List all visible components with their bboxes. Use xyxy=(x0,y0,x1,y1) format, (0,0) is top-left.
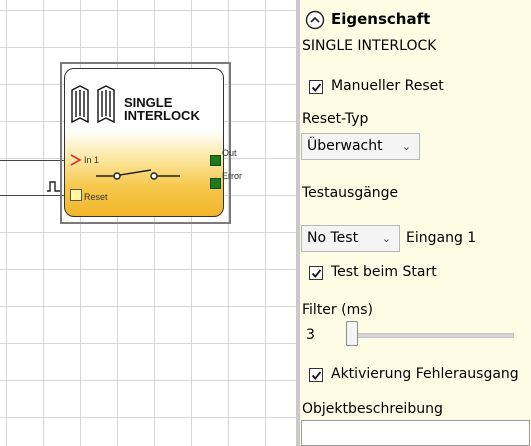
out-label: Out xyxy=(222,148,237,158)
manual-reset-checkbox[interactable] xyxy=(309,80,323,94)
checkmark-icon xyxy=(311,371,322,380)
reset-type-dropdown[interactable]: Überwacht ⌄ xyxy=(301,133,420,160)
test-at-start-label: Test beim Start xyxy=(331,264,437,280)
chevron-down-icon: ⌄ xyxy=(401,140,411,153)
test-outputs-value: No Test xyxy=(307,230,359,246)
switch-symbol-icon xyxy=(96,169,180,180)
block-title: SINGLE INTERLOCK xyxy=(124,96,200,122)
test-outputs-dropdown[interactable]: No Test ⌄ xyxy=(301,225,400,252)
filter-value: 3 xyxy=(306,327,315,343)
filter-slider-track[interactable] xyxy=(352,333,514,338)
checkmark-icon xyxy=(311,269,322,278)
error-output-label: Aktivierung Fehlerausgang xyxy=(331,366,519,382)
collapse-chevron-icon[interactable] xyxy=(305,10,325,30)
panel-header: Eigenschaft xyxy=(331,10,431,28)
manual-reset-label: Manueller Reset xyxy=(331,78,444,94)
light-curtain-icon xyxy=(71,85,115,124)
checkmark-icon xyxy=(311,83,322,92)
filter-label: Filter (ms) xyxy=(302,302,373,318)
test-input-label: Eingang 1 xyxy=(406,230,477,246)
reset-label: Reset xyxy=(84,192,108,202)
test-at-start-checkbox[interactable] xyxy=(309,266,323,280)
block-title-line2: INTERLOCK xyxy=(124,108,200,123)
reset-type-label: Reset-Typ xyxy=(302,111,369,127)
reset-pin[interactable] xyxy=(70,189,82,201)
error-output-checkbox[interactable] xyxy=(309,368,323,382)
object-description-label: Objektbeschreibung xyxy=(302,401,443,417)
filter-slider-thumb[interactable] xyxy=(346,321,358,346)
error-pin[interactable] xyxy=(210,178,221,189)
chevron-down-icon: ⌄ xyxy=(381,232,391,245)
out-pin[interactable] xyxy=(210,155,221,166)
panel-subtitle: SINGLE INTERLOCK xyxy=(302,38,437,54)
error-label: Error xyxy=(222,171,242,181)
reset-type-value: Überwacht xyxy=(307,138,383,154)
object-description-input[interactable] xyxy=(301,420,530,446)
test-outputs-label: Testausgänge xyxy=(302,185,399,201)
input1-arrow-icon xyxy=(70,154,82,166)
